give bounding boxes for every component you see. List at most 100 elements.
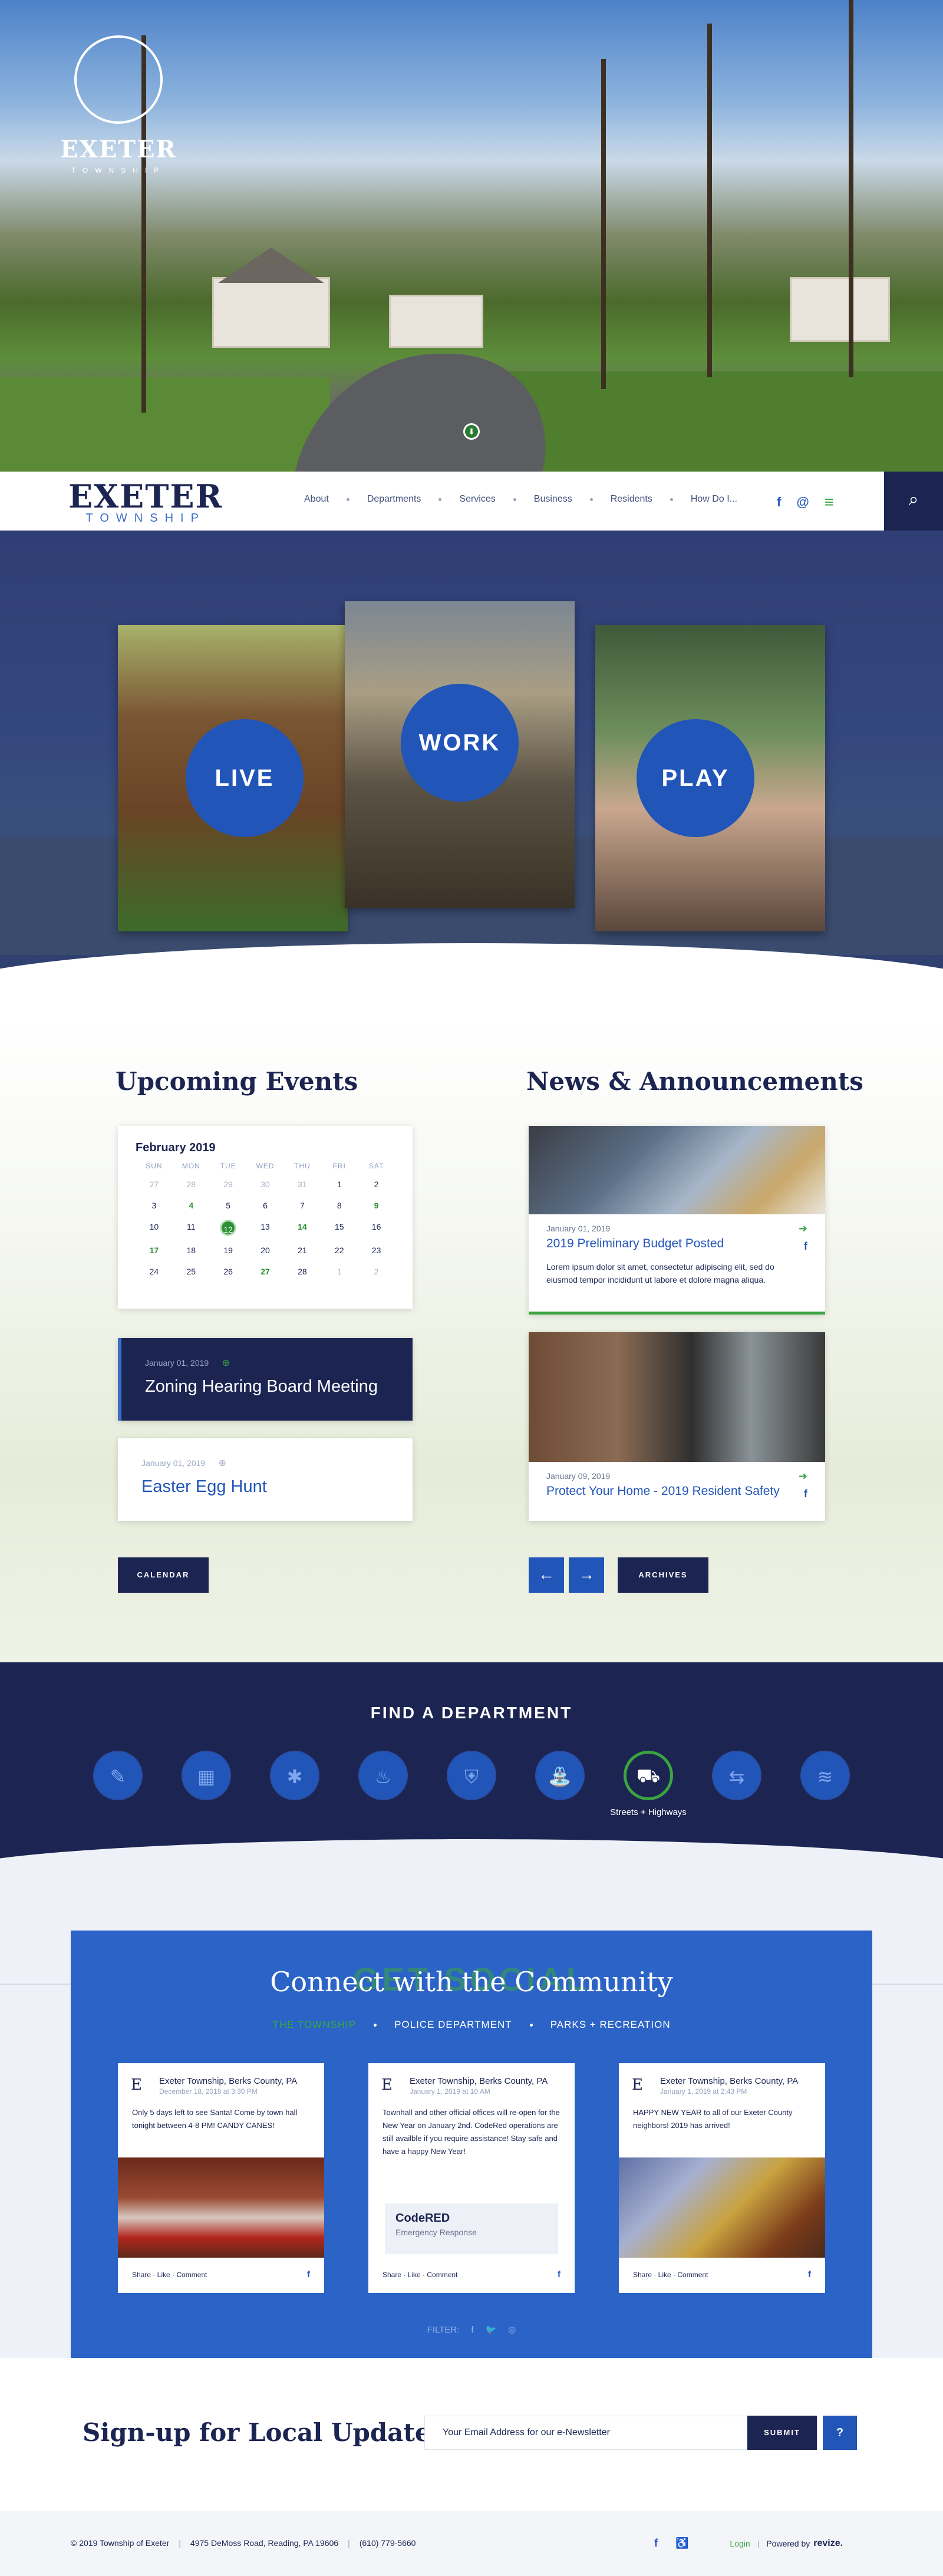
calendar-day[interactable]: 15 bbox=[321, 1220, 358, 1234]
twitter-filter-icon[interactable]: 🐦 bbox=[486, 2324, 497, 2335]
add-event-icon[interactable]: ⊕ bbox=[222, 1357, 230, 1369]
calendar-day-event[interactable]: 14 bbox=[283, 1220, 321, 1234]
work-card[interactable]: WORK bbox=[345, 601, 575, 908]
calendar-button[interactable]: CALENDAR bbox=[118, 1557, 209, 1593]
social-post[interactable]: E Exeter Township, Berks County, PA Dece… bbox=[118, 2063, 324, 2293]
help-button[interactable]: ? bbox=[823, 2416, 857, 2450]
calendar-day[interactable]: 11 bbox=[173, 1220, 210, 1234]
arrow-right-icon[interactable]: ➜ bbox=[799, 1223, 807, 1235]
calendar-day[interactable]: 2 bbox=[358, 1177, 395, 1191]
email-icon[interactable]: @ bbox=[796, 495, 809, 510]
news-title-link[interactable]: 2019 Preliminary Budget Posted bbox=[546, 1237, 807, 1251]
scroll-down-icon[interactable]: ⬇ bbox=[463, 423, 480, 440]
instagram-filter-icon[interactable]: ◎ bbox=[508, 2324, 516, 2335]
department-item[interactable]: ✱ bbox=[270, 1751, 319, 1800]
post-actions[interactable]: Share · Like · Comment bbox=[383, 2271, 457, 2279]
nav-link-about[interactable]: About bbox=[304, 494, 329, 505]
facebook-icon[interactable]: f bbox=[808, 2269, 811, 2279]
calendar-day[interactable]: 20 bbox=[247, 1243, 284, 1257]
facebook-icon[interactable]: f bbox=[558, 2269, 560, 2279]
post-actions[interactable]: Share · Like · Comment bbox=[132, 2271, 207, 2279]
medical-icon[interactable]: ✱ bbox=[270, 1751, 319, 1800]
nav-link-departments[interactable]: Departments bbox=[367, 494, 421, 505]
department-item-active[interactable]: ⛟ Streets + Highways bbox=[610, 1751, 687, 1817]
calendar-day[interactable]: 8 bbox=[321, 1198, 358, 1213]
post-link-preview[interactable]: CodeRED Emergency Response bbox=[385, 2203, 558, 2254]
waves-icon[interactable]: ≋ bbox=[800, 1751, 850, 1800]
calendar-day[interactable]: 7 bbox=[283, 1198, 321, 1213]
calendar-day-event[interactable]: 27 bbox=[247, 1264, 284, 1279]
search-icon[interactable]: ⌕ bbox=[884, 472, 943, 531]
nav-link-residents[interactable]: Residents bbox=[611, 494, 652, 505]
calendar-day-today[interactable]: 12 bbox=[220, 1220, 237, 1236]
calendar-day[interactable]: 28 bbox=[283, 1264, 321, 1279]
news-item[interactable]: January 09, 2019 Protect Your Home - 201… bbox=[529, 1332, 825, 1521]
calendar-day-event[interactable]: 4 bbox=[173, 1198, 210, 1213]
document-icon[interactable]: ✎ bbox=[93, 1751, 143, 1800]
accessibility-icon[interactable]: ♿ bbox=[675, 2537, 688, 2549]
calendar-day[interactable]: 24 bbox=[136, 1264, 173, 1279]
event-item[interactable]: January 01, 2019 ⊕ Easter Egg Hunt bbox=[118, 1438, 413, 1521]
calendar-day[interactable]: 6 bbox=[247, 1198, 284, 1213]
calendar-day[interactable]: 3 bbox=[136, 1198, 173, 1213]
hero-logo[interactable]: EXETER TOWNSHIP bbox=[57, 35, 186, 174]
signpost-icon[interactable]: ⇆ bbox=[712, 1751, 761, 1800]
news-title-link[interactable]: Protect Your Home - 2019 Resident Safety bbox=[546, 1484, 807, 1498]
department-item[interactable]: ⛲ bbox=[535, 1751, 585, 1800]
department-item[interactable]: ✎ bbox=[93, 1751, 143, 1800]
tab-police[interactable]: POLICE DEPARTMENT bbox=[394, 2019, 512, 2031]
add-event-icon[interactable]: ⊕ bbox=[219, 1457, 226, 1469]
calendar-day[interactable]: 23 bbox=[358, 1243, 395, 1257]
nav-link-business[interactable]: Business bbox=[534, 494, 572, 505]
calendar-day[interactable]: 25 bbox=[173, 1264, 210, 1279]
department-item[interactable]: ♨ bbox=[358, 1751, 408, 1800]
facebook-filter-icon[interactable]: f bbox=[471, 2325, 473, 2335]
next-arrow-icon[interactable]: → bbox=[569, 1557, 604, 1593]
prev-arrow-icon[interactable]: ← bbox=[529, 1557, 564, 1593]
nav-link-services[interactable]: Services bbox=[459, 494, 495, 505]
calendar-day[interactable]: 26 bbox=[210, 1264, 247, 1279]
calendar-day[interactable]: 1 bbox=[321, 1177, 358, 1191]
bus-icon[interactable]: ⛟ bbox=[624, 1751, 673, 1800]
post-actions[interactable]: Share · Like · Comment bbox=[633, 2271, 708, 2279]
calendar-day[interactable]: 19 bbox=[210, 1243, 247, 1257]
calendar-day[interactable]: 18 bbox=[173, 1243, 210, 1257]
calendar-day[interactable]: 5 bbox=[210, 1198, 247, 1213]
menu-icon[interactable]: ≡ bbox=[825, 493, 834, 512]
play-card[interactable]: PLAY bbox=[595, 625, 825, 931]
social-post[interactable]: E Exeter Township, Berks County, PA Janu… bbox=[368, 2063, 575, 2293]
revize-logo[interactable]: revize. bbox=[813, 2538, 843, 2549]
event-title[interactable]: Zoning Hearing Board Meeting bbox=[145, 1377, 389, 1396]
login-link[interactable]: Login bbox=[730, 2539, 750, 2548]
calendar-day[interactable]: 16 bbox=[358, 1220, 395, 1234]
calendar-day-event[interactable]: 9 bbox=[358, 1198, 395, 1213]
department-item[interactable]: ⇆ bbox=[712, 1751, 761, 1800]
facebook-icon[interactable]: f bbox=[307, 2269, 310, 2279]
police-icon[interactable]: ⛨ bbox=[447, 1751, 496, 1800]
facebook-icon[interactable]: f bbox=[777, 495, 781, 510]
archives-button[interactable]: ARCHIVES bbox=[618, 1557, 708, 1593]
calendar-day[interactable]: 21 bbox=[283, 1243, 321, 1257]
social-post[interactable]: E Exeter Township, Berks County, PA Janu… bbox=[619, 2063, 825, 2293]
department-item[interactable]: ⛨ bbox=[447, 1751, 496, 1800]
live-card[interactable]: LIVE bbox=[118, 625, 348, 931]
department-item[interactable]: ▦ bbox=[182, 1751, 231, 1800]
fire-icon[interactable]: ♨ bbox=[358, 1751, 408, 1800]
nav-link-how-do-i[interactable]: How Do I... bbox=[691, 494, 737, 505]
phone[interactable]: (610) 779-5660 bbox=[360, 2538, 416, 2548]
tab-township[interactable]: THE TOWNSHIP bbox=[272, 2019, 356, 2031]
calendar-day-event[interactable]: 17 bbox=[136, 1243, 173, 1257]
calendar-day[interactable]: 13 bbox=[247, 1220, 284, 1234]
water-icon[interactable]: ⛲ bbox=[535, 1751, 585, 1800]
arrow-right-icon[interactable]: ➜ bbox=[799, 1470, 807, 1483]
facebook-share-icon[interactable]: f bbox=[804, 1488, 807, 1500]
submit-button[interactable]: SUBMIT bbox=[747, 2416, 817, 2450]
tab-parks[interactable]: PARKS + RECREATION bbox=[550, 2019, 671, 2031]
nav-logo[interactable]: EXETER TOWNSHIP bbox=[68, 480, 223, 525]
calendar-day[interactable]: 10 bbox=[136, 1220, 173, 1234]
calendar-day[interactable]: 22 bbox=[321, 1243, 358, 1257]
newsletter-email-input[interactable]: Your Email Address for our e-Newsletter bbox=[424, 2416, 747, 2450]
event-title[interactable]: Easter Egg Hunt bbox=[141, 1477, 389, 1497]
news-item[interactable]: January 01, 2019 2019 Preliminary Budget… bbox=[529, 1126, 825, 1315]
department-item[interactable]: ≋ bbox=[800, 1751, 850, 1800]
